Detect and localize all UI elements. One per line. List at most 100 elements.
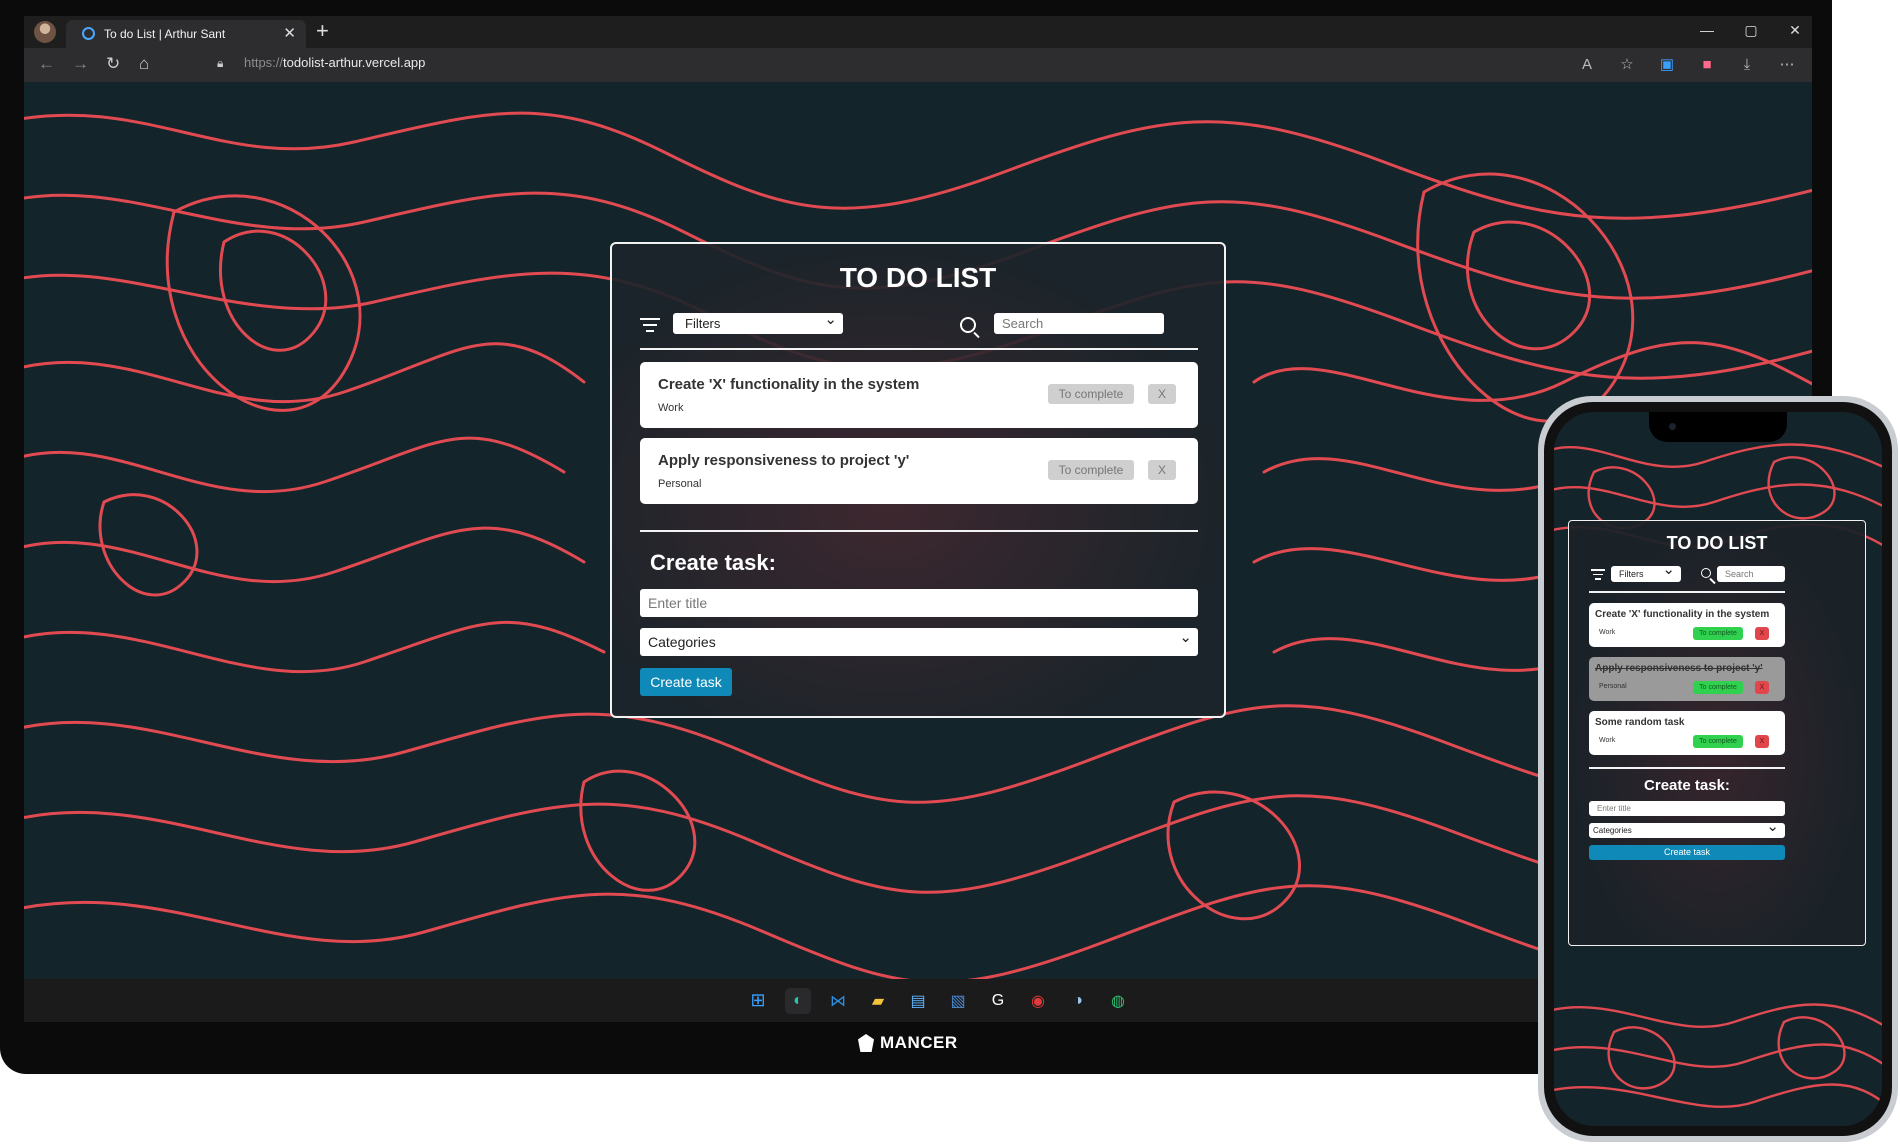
extension-icon[interactable]: ■ (1698, 56, 1716, 73)
notepad-icon[interactable]: ▤ (905, 988, 931, 1014)
task-title: Some random task (1595, 717, 1685, 728)
complete-button[interactable]: To complete (1048, 460, 1134, 480)
mobile-categories-select[interactable]: Categories (1589, 819, 1785, 838)
mobile-create-task-button[interactable]: Create task (1589, 845, 1785, 860)
url-scheme: https:// (244, 55, 284, 70)
complete-button[interactable]: To complete (1048, 384, 1134, 404)
categories-select[interactable]: Categories (640, 624, 1198, 656)
filters-select[interactable]: Filters (673, 309, 843, 334)
lock-icon[interactable]: 🔒︎ (217, 56, 223, 71)
tab-todo-list[interactable]: To do List | Arthur Sant ✕ (66, 20, 306, 48)
profile-avatar[interactable] (34, 21, 56, 43)
search-icon (960, 317, 976, 333)
url-host: todolist-arthur.vercel.app (283, 55, 426, 70)
filter-icon (640, 318, 660, 332)
read-aloud-icon[interactable]: A (1578, 56, 1596, 73)
search-placeholder: Search (1725, 569, 1754, 579)
remove-button[interactable]: X (1755, 681, 1769, 694)
divider (640, 530, 1198, 532)
title-input[interactable]: Enter title (640, 589, 1198, 617)
task-item: Create 'X' functionality in the system W… (1589, 603, 1785, 647)
task-item: Some random task Work To complete X (1589, 711, 1785, 755)
remove-button[interactable]: X (1148, 460, 1176, 480)
page-title: TO DO LIST (839, 262, 997, 293)
capture-icon[interactable]: ▣ (1658, 55, 1676, 73)
search-icon (1701, 568, 1711, 578)
categories-select-value: Categories (1593, 826, 1632, 835)
edge-canary-icon[interactable]: ◍ (1105, 988, 1131, 1014)
steam-icon[interactable]: ◑ (1065, 988, 1091, 1014)
phone-screen: TO DO LIST Filters Search Create 'X' fun… (1554, 412, 1882, 1126)
vscode-icon[interactable]: ⋈ (825, 988, 851, 1014)
phone-bezel: TO DO LIST Filters Search Create 'X' fun… (1544, 402, 1892, 1136)
remove-button[interactable]: X (1755, 735, 1769, 748)
divider (640, 348, 1198, 350)
task-title: Create 'X' functionality in the system (658, 376, 920, 393)
game-icon[interactable]: ◉ (1025, 988, 1051, 1014)
back-icon[interactable]: ← (38, 54, 55, 74)
complete-button[interactable]: To complete (1693, 681, 1743, 694)
file-explorer-icon[interactable]: ▰ (865, 988, 891, 1014)
task-category: Work (1599, 629, 1616, 636)
complete-button[interactable]: To complete (1693, 627, 1743, 640)
task-title: Apply responsiveness to project 'y' (658, 452, 910, 469)
edge-icon[interactable]: ◐ (785, 987, 811, 1014)
task-category: Work (1599, 737, 1616, 744)
search-placeholder: Search (1002, 316, 1044, 331)
mobile-page-title: TO DO LIST (1666, 533, 1768, 553)
phone-notch (1649, 412, 1787, 442)
divider (1589, 591, 1785, 593)
filters-select-value: Filters (685, 316, 721, 331)
categories-select-value: Categories (648, 634, 716, 650)
todo-card: TO DO LIST Filters Search Create 'X' fun… (610, 242, 1226, 718)
mobile-search-input[interactable]: Search (1717, 566, 1785, 582)
create-task-button[interactable]: Create task (640, 668, 732, 696)
search-input[interactable]: Search (994, 313, 1164, 334)
mancer-logo-icon (858, 1034, 874, 1052)
minimize-button[interactable]: — (1700, 22, 1714, 39)
camera-icon (1669, 423, 1676, 430)
task-item: Create 'X' functionality in the system W… (640, 362, 1198, 428)
refresh-icon[interactable]: ↻ (106, 54, 120, 74)
tab-bar: To do List | Arthur Sant ✕ + — ▢ ✕ (24, 16, 1812, 48)
remove-button[interactable]: X (1755, 627, 1769, 640)
mobile-filters-select[interactable]: Filters (1611, 562, 1681, 582)
mobile-todo-card: TO DO LIST Filters Search Create 'X' fun… (1568, 520, 1866, 946)
photos-icon[interactable]: ▧ (945, 988, 971, 1014)
task-title: Create 'X' functionality in the system (1595, 609, 1770, 620)
filters-select-value: Filters (1619, 569, 1644, 579)
home-icon[interactable]: ⌂ (139, 54, 149, 74)
toolbar-actions: A ☆ ▣ ■ ⤓ ⋯ (1578, 55, 1796, 74)
close-tab-icon[interactable]: ✕ (283, 24, 296, 42)
complete-button[interactable]: To complete (1693, 735, 1743, 748)
title-placeholder: Enter title (1597, 804, 1631, 813)
filter-icon (1591, 569, 1605, 580)
task-category: Work (658, 402, 684, 414)
brand-mark: MANCER (858, 1033, 958, 1053)
mobile-title-input[interactable]: Enter title (1589, 801, 1785, 816)
more-icon[interactable]: ⋯ (1778, 55, 1796, 73)
browser-toolbar: ← → ↻ ⌂ 🔒︎ https://todolist-arthur.verce… (24, 48, 1812, 82)
task-category: Personal (1599, 683, 1627, 690)
divider (1589, 767, 1785, 769)
favorite-icon[interactable]: ☆ (1618, 55, 1636, 73)
logitech-icon[interactable]: G (985, 988, 1011, 1014)
tab-title: To do List | Arthur Sant (104, 27, 226, 41)
forward-icon[interactable]: → (72, 54, 89, 74)
favicon-icon (82, 27, 95, 40)
create-task-heading: Create task: (650, 550, 776, 575)
close-window-button[interactable]: ✕ (1788, 22, 1802, 39)
task-title: Apply responsiveness to project 'y' (1595, 663, 1763, 674)
address-bar[interactable]: https://todolist-arthur.vercel.app (244, 55, 425, 70)
mobile-create-task-heading: Create task: (1644, 777, 1730, 794)
task-item-completed: Apply responsiveness to project 'y' Pers… (1589, 657, 1785, 701)
windows-start-icon[interactable]: ⊞ (745, 988, 771, 1014)
download-icon[interactable]: ⤓ (1738, 56, 1756, 73)
title-placeholder: Enter title (648, 595, 708, 611)
task-item: Apply responsiveness to project 'y' Pers… (640, 438, 1198, 504)
brand-name: MANCER (880, 1033, 958, 1052)
remove-button[interactable]: X (1148, 384, 1176, 404)
maximize-button[interactable]: ▢ (1744, 22, 1758, 39)
new-tab-button[interactable]: + (316, 18, 329, 44)
task-category: Personal (658, 478, 702, 490)
